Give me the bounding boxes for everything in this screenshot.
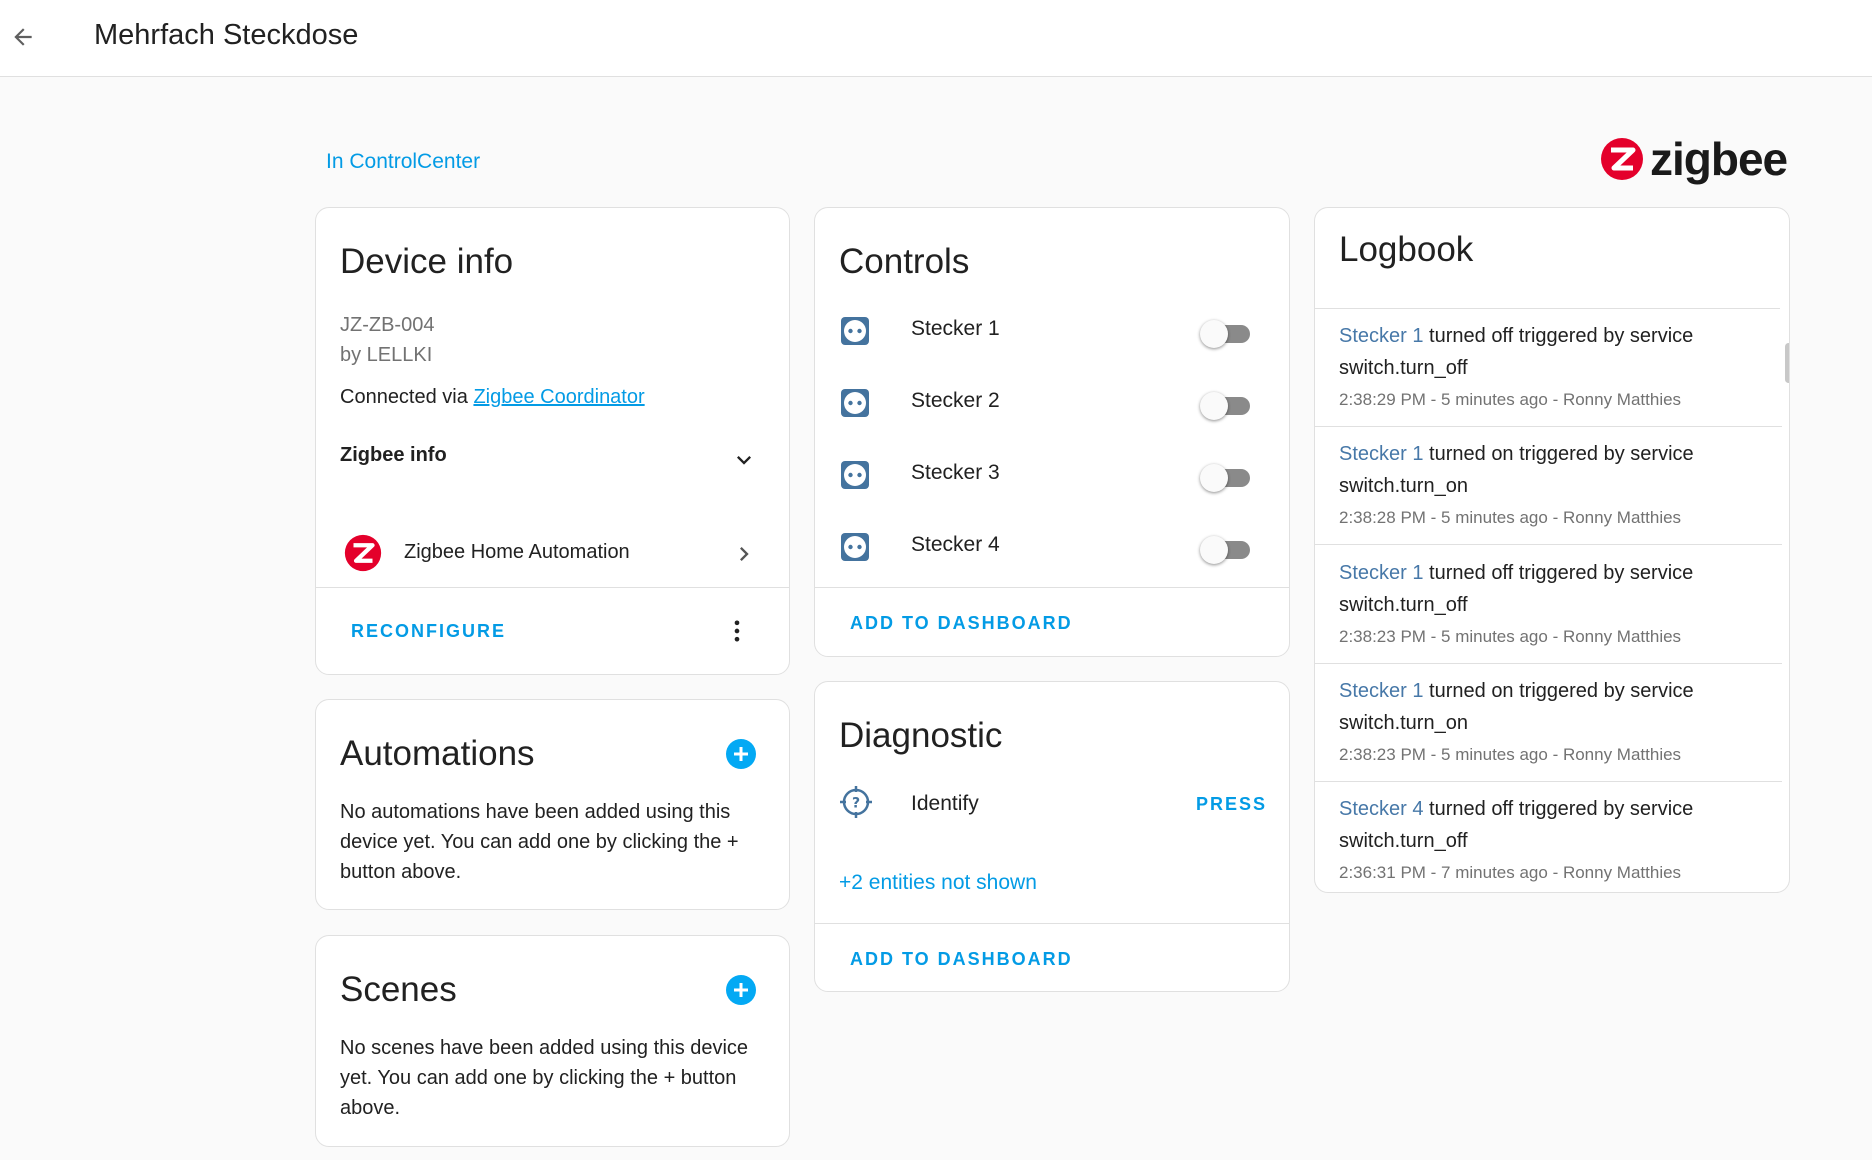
zigbee-logo-icon [1601, 138, 1643, 180]
zigbee-logo: zigbee [1600, 132, 1788, 186]
crosshairs-question-icon: ? [840, 786, 872, 818]
zigbee-info-label: Zigbee info [340, 444, 447, 466]
automations-card: Automations No automations have been add… [315, 699, 790, 910]
top-app-bar: Mehrfach Steckdose [0, 0, 1872, 77]
entity-name: Stecker 1 [911, 317, 1000, 340]
switch-toggle[interactable] [1200, 535, 1256, 564]
device-info-card: Device info JZ-ZB-004 by LELLKI Connecte… [315, 207, 790, 675]
zigbee-info-expander[interactable]: Zigbee info [316, 434, 789, 484]
log-action: turned off triggered by service [1429, 562, 1694, 584]
log-meta: 2:38:29 PM - 5 minutes ago - Ronny Matth… [1339, 390, 1682, 409]
log-entity-link[interactable]: Stecker 1 [1339, 443, 1423, 465]
log-meta: 2:38:23 PM - 5 minutes ago - Ronny Matth… [1339, 627, 1682, 646]
log-meta: 2:38:28 PM - 5 minutes ago - Ronny Matth… [1339, 508, 1682, 527]
device-info-title: Device info [340, 242, 514, 281]
switch-toggle[interactable] [1200, 319, 1256, 348]
logbook-title: Logbook [1339, 230, 1474, 269]
log-action: turned off triggered by service [1429, 325, 1694, 347]
back-button[interactable] [6, 20, 40, 54]
add-to-dashboard-button[interactable]: ADD TO DASHBOARD [850, 613, 1073, 634]
plus-icon [734, 983, 748, 997]
hidden-entities-link[interactable]: +2 entities not shown [839, 871, 1037, 895]
diagnostic-title: Diagnostic [839, 716, 1003, 755]
logbook-card: Logbook Stecker 1 turned off triggered b… [1314, 207, 1790, 893]
controls-card: Controls Stecker 1 Stecker 2 Stecker 3 S… [814, 207, 1290, 657]
logbook-entry: Stecker 1 turned on triggered by service… [1315, 664, 1782, 782]
device-model: JZ-ZB-004 [340, 314, 435, 336]
scenes-title: Scenes [340, 970, 457, 1009]
controls-title: Controls [839, 242, 970, 281]
connected-via: Connected via Zigbee Coordinator [340, 386, 645, 409]
connected-via-label: Connected via [340, 386, 468, 408]
log-service: switch.turn_off [1339, 357, 1468, 379]
entity-name: Stecker 2 [911, 389, 1000, 412]
power-socket-icon [841, 533, 869, 561]
power-socket-icon [841, 461, 869, 489]
card-divider [815, 587, 1289, 588]
reconfigure-button[interactable]: RECONFIGURE [351, 621, 506, 642]
switch-toggle[interactable] [1200, 391, 1256, 420]
log-entity-link[interactable]: Stecker 1 [1339, 325, 1423, 347]
log-entity-link[interactable]: Stecker 1 [1339, 562, 1423, 584]
entity-row-stecker-1[interactable]: Stecker 1 [815, 299, 1289, 359]
automations-empty-text: No automations have been added using thi… [340, 801, 739, 883]
logbook-scrollbar[interactable] [1785, 343, 1789, 383]
device-manufacturer: by LELLKI [340, 344, 433, 366]
press-button[interactable]: PRESS [1196, 794, 1267, 815]
entity-name: Stecker 3 [911, 461, 1000, 484]
log-entity-link[interactable]: Stecker 4 [1339, 798, 1423, 820]
scenes-empty-text: No scenes have been added using this dev… [340, 1037, 749, 1119]
log-entity-link[interactable]: Stecker 1 [1339, 680, 1423, 702]
log-action: turned off triggered by service [1429, 798, 1694, 820]
page-title: Mehrfach Steckdose [94, 19, 359, 51]
zigbee-integration-icon [344, 534, 382, 572]
plus-icon [734, 747, 748, 761]
add-to-dashboard-button[interactable]: ADD TO DASHBOARD [850, 949, 1073, 970]
zigbee-logo-text: zigbee [1650, 133, 1788, 185]
diagnostic-card: Diagnostic ? Identify PRESS +2 entities … [814, 681, 1290, 992]
log-service: switch.turn_off [1339, 830, 1468, 852]
more-options-button[interactable] [720, 614, 754, 648]
add-automation-button[interactable] [726, 739, 756, 769]
entity-name: Identify [911, 792, 979, 815]
arrow-left-icon [14, 28, 32, 46]
entity-row-stecker-2[interactable]: Stecker 2 [815, 371, 1289, 431]
chevron-down-icon [737, 456, 751, 465]
logbook-entry: Stecker 1 turned on triggered by service… [1315, 427, 1782, 545]
logbook-entry: Stecker 4 turned off triggered by servic… [1315, 782, 1782, 892]
power-socket-icon [841, 317, 869, 345]
log-meta: 2:38:23 PM - 5 minutes ago - Ronny Matth… [1339, 745, 1682, 764]
log-action: turned on triggered by service [1429, 443, 1694, 465]
integration-name: Zigbee Home Automation [404, 541, 630, 563]
power-socket-icon [841, 389, 869, 417]
card-divider [815, 923, 1289, 924]
entity-row-stecker-3[interactable]: Stecker 3 [815, 443, 1289, 503]
log-service: switch.turn_off [1339, 594, 1468, 616]
entity-row-stecker-4[interactable]: Stecker 4 [815, 515, 1289, 575]
card-divider [316, 587, 789, 588]
log-service: switch.turn_on [1339, 712, 1468, 734]
logbook-entry: Stecker 1 turned off triggered by servic… [1315, 545, 1782, 664]
add-scene-button[interactable] [726, 975, 756, 1005]
switch-toggle[interactable] [1200, 463, 1256, 492]
zigbee-coordinator-link[interactable]: Zigbee Coordinator [473, 386, 644, 408]
area-link[interactable]: In ControlCenter [326, 150, 480, 174]
dots-vertical-icon [734, 620, 740, 642]
entity-name: Stecker 4 [911, 533, 1000, 556]
svg-text:?: ? [852, 796, 860, 812]
log-meta: 2:36:31 PM - 7 minutes ago - Ronny Matth… [1339, 863, 1682, 882]
logbook-entry: Stecker 1 turned off triggered by servic… [1315, 309, 1782, 427]
integration-row[interactable]: Zigbee Home Automation [316, 526, 789, 582]
scenes-card: Scenes No scenes have been added using t… [315, 935, 790, 1147]
log-service: switch.turn_on [1339, 475, 1468, 497]
log-action: turned on triggered by service [1429, 680, 1694, 702]
chevron-right-icon [740, 547, 749, 561]
automations-title: Automations [340, 734, 535, 773]
identify-row: ? Identify PRESS [815, 781, 1289, 825]
